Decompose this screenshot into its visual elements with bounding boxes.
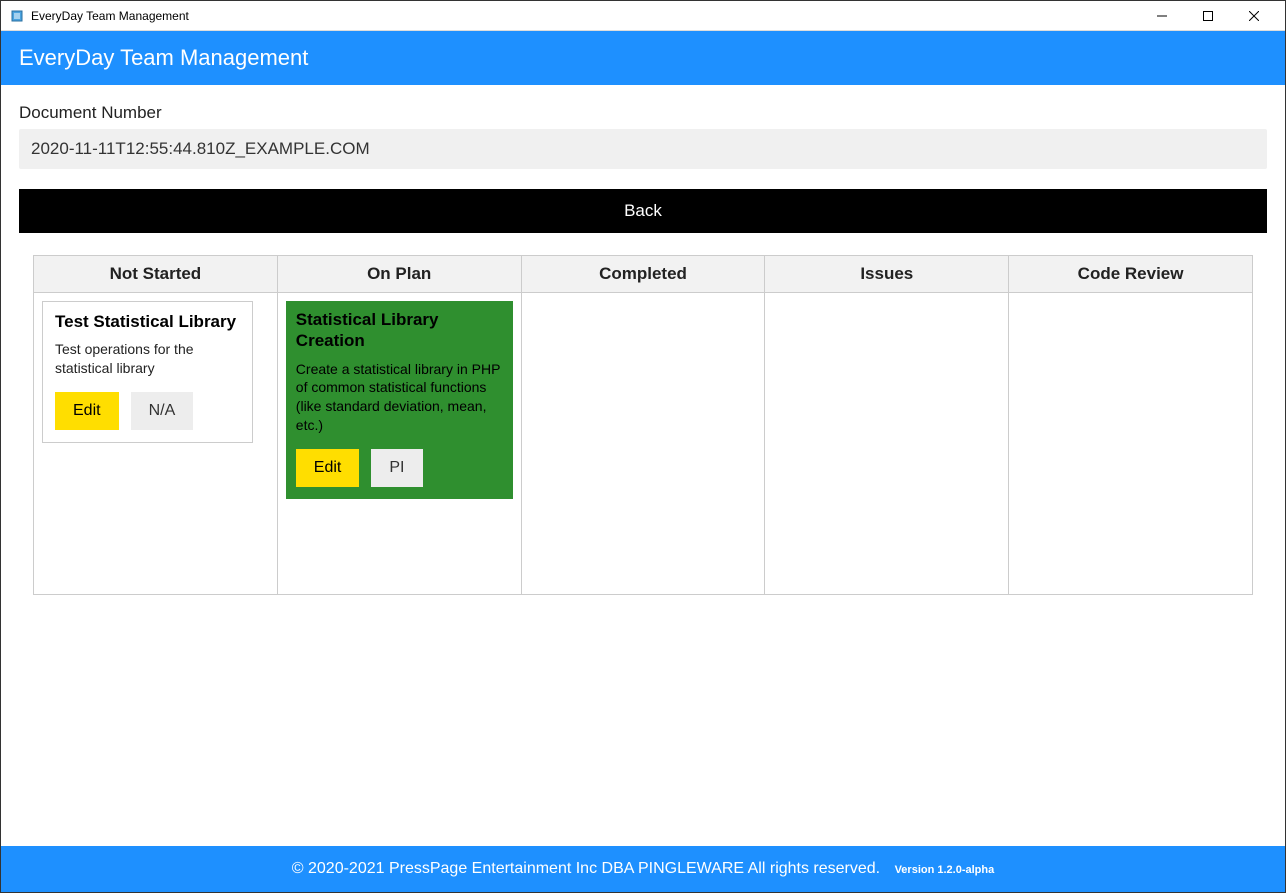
card-test-statistical-library[interactable]: Test Statistical Library Test operations… — [42, 301, 253, 443]
column-header-not-started: Not Started — [34, 256, 277, 293]
window-title: EveryDay Team Management — [31, 9, 1139, 23]
maximize-button[interactable] — [1185, 1, 1231, 31]
column-issues: Issues — [765, 256, 1009, 594]
card-description: Create a statistical library in PHP of c… — [296, 360, 503, 436]
column-body-completed — [522, 293, 765, 594]
footer: © 2020-2021 PressPage Entertainment Inc … — [1, 846, 1285, 892]
app-header: EveryDay Team Management — [1, 31, 1285, 85]
secondary-button[interactable]: N/A — [131, 392, 194, 430]
column-completed: Completed — [522, 256, 766, 594]
back-button[interactable]: Back — [19, 189, 1267, 233]
secondary-button[interactable]: PI — [371, 449, 422, 487]
column-header-code-review: Code Review — [1009, 256, 1252, 293]
column-body-code-review — [1009, 293, 1252, 594]
column-header-issues: Issues — [765, 256, 1008, 293]
card-actions: Edit PI — [296, 449, 503, 487]
card-title: Statistical Library Creation — [296, 309, 503, 352]
kanban-board: Not Started Test Statistical Library Tes… — [33, 255, 1253, 595]
card-statistical-library-creation[interactable]: Statistical Library Creation Create a st… — [286, 301, 513, 499]
close-button[interactable] — [1231, 1, 1277, 31]
minimize-button[interactable] — [1139, 1, 1185, 31]
column-body-not-started: Test Statistical Library Test operations… — [34, 293, 277, 594]
edit-button[interactable]: Edit — [296, 449, 360, 487]
document-number-label: Document Number — [19, 103, 1267, 123]
card-description: Test operations for the statistical libr… — [55, 340, 240, 378]
column-code-review: Code Review — [1009, 256, 1252, 594]
column-header-completed: Completed — [522, 256, 765, 293]
footer-version: Version 1.2.0-alpha — [895, 864, 995, 876]
card-actions: Edit N/A — [55, 392, 240, 430]
column-body-issues — [765, 293, 1008, 594]
card-title: Test Statistical Library — [55, 312, 240, 332]
footer-copyright: © 2020-2021 PressPage Entertainment Inc … — [292, 860, 880, 877]
app-title: EveryDay Team Management — [19, 45, 308, 70]
main-content: Document Number 2020-11-11T12:55:44.810Z… — [1, 85, 1285, 846]
column-on-plan: On Plan Statistical Library Creation Cre… — [278, 256, 522, 594]
column-header-on-plan: On Plan — [278, 256, 521, 293]
document-number-value: 2020-11-11T12:55:44.810Z_EXAMPLE.COM — [19, 129, 1267, 169]
window-controls — [1139, 1, 1277, 31]
edit-button[interactable]: Edit — [55, 392, 119, 430]
app-icon — [9, 8, 25, 24]
window-titlebar: EveryDay Team Management — [1, 1, 1285, 31]
column-body-on-plan: Statistical Library Creation Create a st… — [278, 293, 521, 594]
column-not-started: Not Started Test Statistical Library Tes… — [34, 256, 278, 594]
